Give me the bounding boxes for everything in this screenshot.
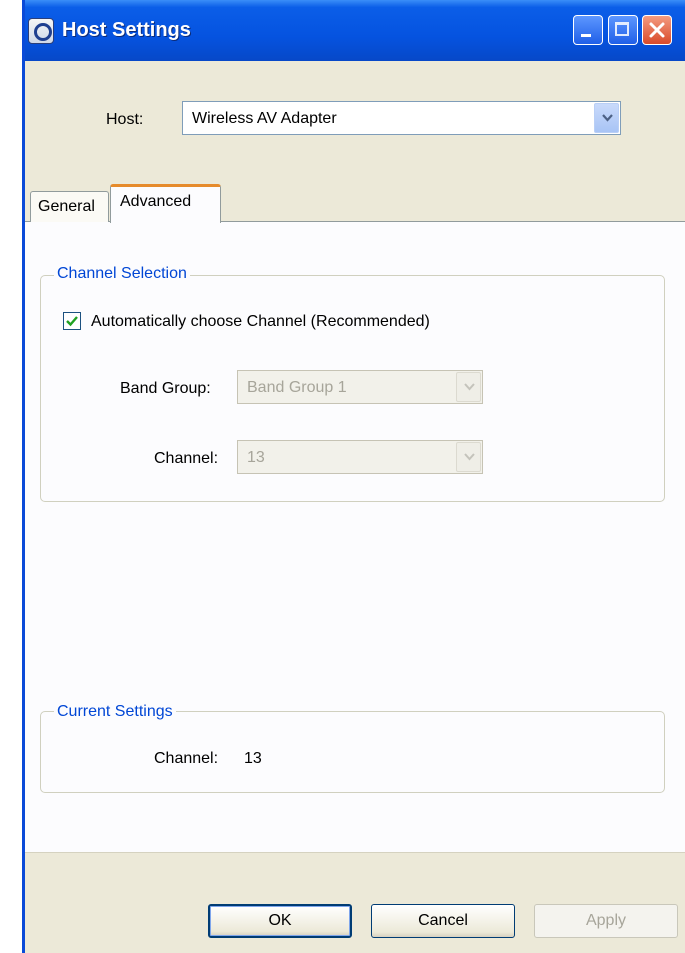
band-group-value: Band Group 1 (247, 379, 347, 396)
host-settings-window: Host Settings Host: Wireless AV Adapter … (22, 0, 685, 953)
close-icon (649, 22, 665, 38)
current-settings-title: Current Settings (54, 703, 176, 721)
chevron-down-icon (464, 383, 475, 391)
apply-button[interactable]: Apply (534, 904, 678, 938)
channel-dropdown-arrow[interactable] (456, 442, 481, 472)
app-logo-icon (28, 18, 54, 44)
tab-general-label: General (38, 198, 95, 215)
minimize-button[interactable] (573, 15, 603, 45)
host-label: Host: (106, 111, 144, 128)
host-dropdown-arrow[interactable] (594, 103, 619, 133)
cancel-button[interactable]: Cancel (371, 904, 515, 938)
band-group-dropdown[interactable]: Band Group 1 (237, 370, 483, 404)
band-group-label: Band Group: (120, 380, 211, 397)
chevron-down-icon (602, 114, 613, 122)
footer-divider (22, 852, 685, 853)
checkmark-icon (66, 316, 78, 327)
channel-label: Channel: (154, 450, 219, 467)
tab-general[interactable]: General (30, 191, 109, 222)
current-channel-label: Channel: (154, 750, 219, 767)
close-button[interactable] (642, 15, 672, 45)
ok-button[interactable]: OK (208, 904, 352, 938)
window-title: Host Settings (62, 19, 191, 41)
auto-channel-label[interactable]: Automatically choose Channel (Recommende… (91, 313, 430, 331)
current-settings-group (40, 711, 665, 793)
maximize-button[interactable] (608, 15, 638, 45)
tab-advanced[interactable]: Advanced (110, 184, 221, 223)
host-dropdown-value: Wireless AV Adapter (192, 110, 337, 127)
channel-selection-title: Channel Selection (54, 265, 190, 283)
title-bar[interactable]: Host Settings (22, 0, 685, 61)
channel-value: 13 (247, 449, 265, 466)
tab-advanced-label: Advanced (120, 193, 192, 210)
band-group-dropdown-arrow[interactable] (456, 372, 481, 402)
current-channel-value: 13 (244, 750, 262, 767)
host-dropdown[interactable]: Wireless AV Adapter (182, 101, 621, 135)
auto-channel-checkbox[interactable] (63, 312, 81, 330)
chevron-down-icon (464, 453, 475, 461)
channel-dropdown[interactable]: 13 (237, 440, 483, 474)
